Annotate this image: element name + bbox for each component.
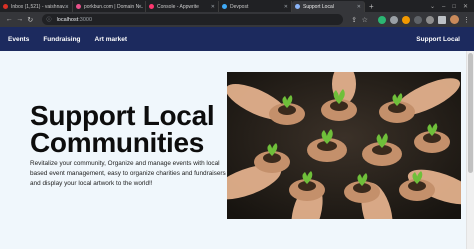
tab-title: Support Local (303, 3, 334, 10)
tab-title: Inbox (1,521) - vaishnav... (11, 3, 69, 10)
hands-with-seedlings-illustration (227, 72, 461, 219)
tab-title: Devpost (230, 3, 249, 10)
nav-art-market[interactable]: Art market (95, 36, 128, 43)
info-icon[interactable]: ⓘ (47, 16, 52, 23)
tab-search-icon[interactable]: ⌄ (430, 3, 435, 10)
scrollbar-thumb[interactable] (468, 53, 473, 173)
extension-orange-icon[interactable] (402, 15, 411, 24)
window-controls: ⌄ – □ ✕ (430, 1, 474, 12)
minimize-icon[interactable]: – (442, 4, 445, 10)
close-tab-icon[interactable]: ✕ (65, 4, 69, 10)
tab-title: Console - Appwrite (157, 3, 199, 10)
share-icon[interactable]: ⇪ (349, 16, 360, 24)
forward-icon[interactable]: → (15, 16, 26, 23)
extension-green-icon[interactable] (378, 15, 387, 24)
tab-support-local[interactable]: Support Local ✕ (292, 1, 365, 12)
globe-favicon-icon (295, 4, 300, 9)
tab-gmail[interactable]: Inbox (1,521) - vaishnav... ✕ (0, 1, 73, 12)
tab-devpost[interactable]: Devpost ✕ (219, 1, 292, 12)
kebab-menu-icon[interactable]: ⋮ (463, 16, 470, 24)
hero-title-line: Communities (30, 127, 205, 158)
reload-icon[interactable]: ↻ (25, 16, 36, 24)
close-tab-icon[interactable]: ✕ (284, 4, 288, 10)
hero-title-line: Support Local (30, 100, 215, 131)
extension-grey-icon[interactable] (390, 15, 399, 24)
new-tab-button[interactable]: + (369, 1, 374, 12)
close-tab-icon[interactable]: ✕ (138, 4, 142, 10)
maximize-icon[interactable]: □ (452, 4, 456, 10)
hero-title: Support Local Communities (30, 100, 215, 158)
page-scrollbar[interactable] (466, 51, 474, 249)
star-icon[interactable]: ☆ (360, 16, 371, 24)
extension-dark-icon[interactable] (414, 15, 423, 24)
profile-avatar[interactable] (450, 15, 460, 24)
close-tab-icon[interactable]: ✕ (357, 4, 361, 10)
brand-link[interactable]: Support Local (416, 36, 460, 43)
nav-events[interactable]: Events (8, 36, 29, 43)
address-bar[interactable]: ⓘ localhost:3000 (41, 14, 343, 25)
porkbun-favicon-icon (76, 4, 81, 9)
hero-image-hands-seedlings (227, 72, 461, 219)
url-port: :3000 (78, 16, 93, 23)
close-window-icon[interactable]: ✕ (463, 3, 468, 10)
extensions-area (378, 15, 460, 24)
tab-appwrite[interactable]: Console - Appwrite ✕ (146, 1, 219, 12)
extension-puzzle-icon[interactable] (426, 15, 435, 24)
devpost-favicon-icon (222, 4, 227, 9)
appwrite-favicon-icon (149, 4, 154, 9)
back-icon[interactable]: ← (4, 16, 15, 23)
hero-description: Revitalize your community, Organize and … (30, 160, 226, 187)
browser-toolbar: ← → ↻ ⓘ localhost:3000 ⇪ ☆ ⋮ (0, 12, 474, 27)
tab-porkbun[interactable]: porkbun.com | Domain N... ✕ (73, 1, 146, 12)
browser-tab-strip: Inbox (1,521) - vaishnav... ✕ porkbun.co… (0, 0, 474, 12)
sidebar-icon[interactable] (438, 15, 447, 24)
nav-fundraising[interactable]: Fundraising (43, 36, 80, 43)
site-navbar: Events Fundraising Art market Support Lo… (0, 27, 474, 51)
close-tab-icon[interactable]: ✕ (211, 4, 215, 10)
gmail-favicon-icon (3, 4, 8, 9)
tab-title: porkbun.com | Domain N... (84, 3, 144, 10)
url-host: localhost (56, 16, 79, 23)
